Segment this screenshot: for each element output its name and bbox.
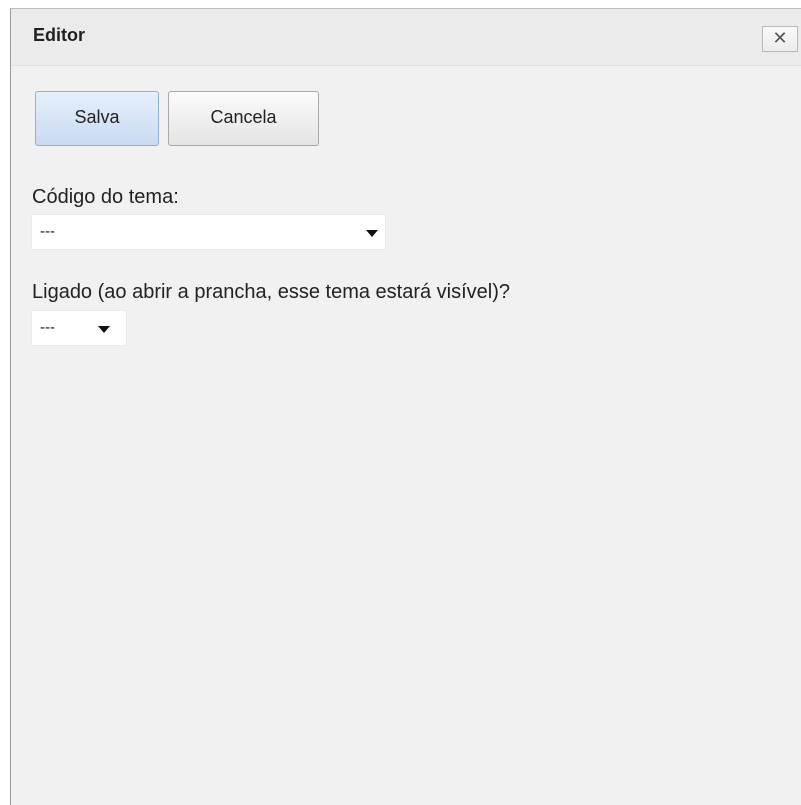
theme-code-value: --- (40, 223, 55, 240)
close-button[interactable]: ✕ (762, 26, 798, 52)
chevron-down-icon (366, 230, 378, 237)
close-icon: ✕ (772, 28, 788, 48)
save-button[interactable]: Salva (35, 91, 159, 146)
cancel-button[interactable]: Cancela (168, 91, 319, 146)
theme-code-label: Código do tema: (32, 186, 179, 208)
theme-code-select[interactable]: --- (31, 214, 386, 250)
enabled-select[interactable]: --- (31, 310, 127, 346)
dialog-title: Editor (33, 25, 85, 45)
dialog-titlebar: Editor ✕ (11, 9, 801, 66)
enabled-label: Ligado (ao abrir a prancha, esse tema es… (32, 281, 511, 303)
enabled-value: --- (40, 319, 55, 336)
editor-dialog: Editor ✕ Salva Cancela Código do tema: -… (10, 8, 801, 805)
chevron-down-icon (98, 326, 110, 333)
